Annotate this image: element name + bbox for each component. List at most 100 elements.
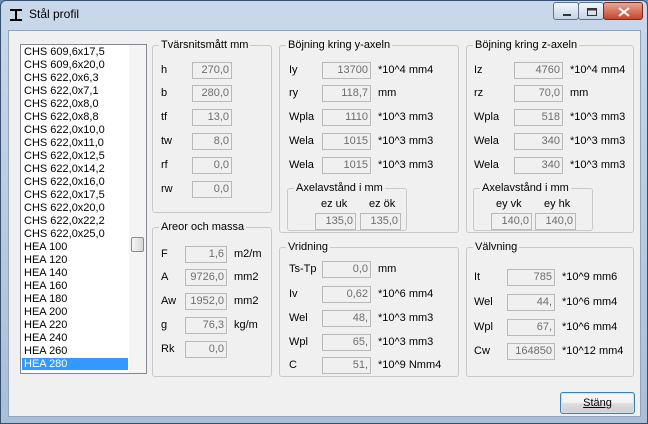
list-item[interactable]: CHS 622,0x8,8: [22, 111, 128, 123]
wpl-w-unit: *10^6 mm4: [562, 321, 618, 333]
ry-label: ry: [289, 87, 299, 99]
a-unit: mm2: [234, 271, 259, 283]
close-button-label: Stäng: [583, 397, 612, 409]
wela-y-label: Wela: [289, 135, 314, 147]
ey-hk-label: ey hk: [544, 198, 571, 210]
axis-distance-z-title: Axelavstånd i mm: [480, 182, 571, 194]
ez-ok-value: 135,0: [360, 213, 401, 230]
g-unit: kg/m: [234, 319, 258, 331]
wel-t-value: 48,: [322, 310, 371, 327]
list-item[interactable]: CHS 622,0x6,3: [22, 72, 128, 84]
aw-value: 1952,0: [185, 293, 227, 310]
b-value: 280,0: [192, 85, 232, 102]
maximize-icon: [587, 8, 597, 16]
wela-z-unit: *10^3 mm3: [570, 135, 626, 147]
list-item[interactable]: HEA 260: [22, 345, 128, 357]
list-scrollbar[interactable]: [129, 45, 146, 373]
close-icon: [618, 7, 630, 17]
wpl-t-unit: *10^3 mm3: [378, 336, 434, 348]
ry-value: 118,7: [322, 85, 371, 102]
title-bar[interactable]: Stål profil: [1, 1, 647, 29]
scrollbar-thumb[interactable]: [131, 237, 144, 252]
list-item[interactable]: CHS 622,0x22,2: [22, 215, 128, 227]
ts-tp-label: Ts-Tp: [289, 263, 317, 275]
list-item[interactable]: HEA 160: [22, 280, 128, 292]
close-button[interactable]: Stäng: [560, 392, 635, 414]
iy-label: Iy: [289, 64, 298, 76]
cross-section-title: Tvärsnitsmått mm: [159, 39, 251, 51]
rz-unit: mm: [570, 87, 589, 99]
wela-y-value: 1015: [322, 133, 371, 150]
h-value: 270,0: [192, 62, 232, 79]
tw-value: 8,0: [192, 133, 232, 150]
iz-label: Iz: [474, 64, 483, 76]
ez-uk-label: ez uk: [321, 198, 348, 210]
bending-y-title: Böjning kring y-axeln: [286, 39, 393, 51]
list-item[interactable]: CHS 622,0x25,0: [22, 228, 128, 240]
list-item[interactable]: HEA 100: [22, 241, 128, 253]
wela-z2-value: 340: [514, 157, 563, 174]
wpla-y-value: 1110: [322, 109, 371, 126]
it-unit: *10^9 mm6: [562, 271, 618, 283]
minimize-icon: [563, 14, 571, 16]
f-label: F: [161, 248, 168, 260]
list-item[interactable]: CHS 622,0x20,0: [22, 202, 128, 214]
ey-vk-label: ey vk: [496, 198, 522, 210]
close-window-button[interactable]: [603, 2, 643, 20]
list-item[interactable]: HEA 240: [22, 332, 128, 344]
list-item[interactable]: CHS 622,0x8,0: [22, 98, 128, 110]
list-item[interactable]: HEA 180: [22, 293, 128, 305]
list-item[interactable]: CHS 622,0x16,0: [22, 176, 128, 188]
list-item[interactable]: HEA 200: [22, 306, 128, 318]
bending-z-title: Böjning kring z-axeln: [473, 39, 580, 51]
rf-label: rf: [161, 159, 168, 171]
tf-value: 13,0: [192, 109, 232, 126]
list-item[interactable]: CHS 622,0x11,0: [22, 137, 128, 149]
list-item[interactable]: HEA 140: [22, 267, 128, 279]
maximize-button[interactable]: [578, 2, 604, 20]
it-value: 785: [507, 269, 555, 286]
wela-y-unit: *10^3 mm3: [378, 135, 434, 147]
list-item[interactable]: CHS 609,6x17,5: [22, 46, 128, 58]
wela-y2-label: Wela: [289, 159, 314, 171]
list-item[interactable]: CHS 609,6x20,0: [22, 59, 128, 71]
ts-tp-value: 0,0: [322, 261, 371, 278]
list-item[interactable]: CHS 622,0x10,0: [22, 124, 128, 136]
wela-y2-value: 1015: [322, 157, 371, 174]
iv-value: 0,62: [322, 286, 371, 303]
ry-unit: mm: [378, 87, 397, 99]
wpl-w-label: Wpl: [474, 321, 493, 333]
b-label: b: [161, 87, 168, 99]
profile-listbox[interactable]: CHS 609,6x17,5 CHS 609,6x20,0 CHS 622,0x6,…: [20, 44, 147, 374]
app-window: Stål profil CHS 609,6x17,5 CHS 609,6x20,0…: [0, 0, 648, 424]
aw-unit: mm2: [234, 295, 259, 307]
minimize-button[interactable]: [553, 2, 579, 20]
rw-label: rw: [161, 183, 173, 195]
axis-distance-y-title: Axelavstånd i mm: [294, 182, 385, 194]
h-label: h: [161, 64, 168, 76]
window-title: Stål profil: [29, 7, 80, 21]
list-item[interactable]: CHS 622,0x12,5: [22, 150, 128, 162]
list-item[interactable]: HEA 120: [22, 254, 128, 266]
iv-label: Iv: [289, 288, 298, 300]
wela-z2-unit: *10^3 mm3: [570, 159, 626, 171]
list-item[interactable]: CHS 622,0x7,1: [22, 85, 128, 97]
wela-z2-label: Wela: [474, 159, 499, 171]
list-item[interactable]: CHS 622,0x17,5: [22, 189, 128, 201]
wpla-y-unit: *10^3 mm3: [378, 111, 434, 123]
list-item[interactable]: CHS 622,0x14,2: [22, 163, 128, 175]
a-label: A: [161, 271, 169, 283]
list-item[interactable]: HEA 220: [22, 319, 128, 331]
wel-w-label: Wel: [474, 296, 493, 308]
iz-unit: *10^4 mm4: [570, 64, 626, 76]
wel-t-unit: *10^3 mm3: [378, 312, 434, 324]
tw-label: tw: [161, 135, 172, 147]
it-label: It: [474, 271, 481, 283]
rz-value: 70,0: [514, 85, 563, 102]
list-item[interactable]: HEA 280: [22, 358, 128, 370]
wel-w-value: 44,: [507, 294, 555, 311]
wpla-z-unit: *10^3 mm3: [570, 111, 626, 123]
warping-title: Välvning: [473, 241, 520, 253]
wela-z-value: 340: [514, 133, 563, 150]
wpla-z-label: Wpla: [474, 111, 500, 123]
